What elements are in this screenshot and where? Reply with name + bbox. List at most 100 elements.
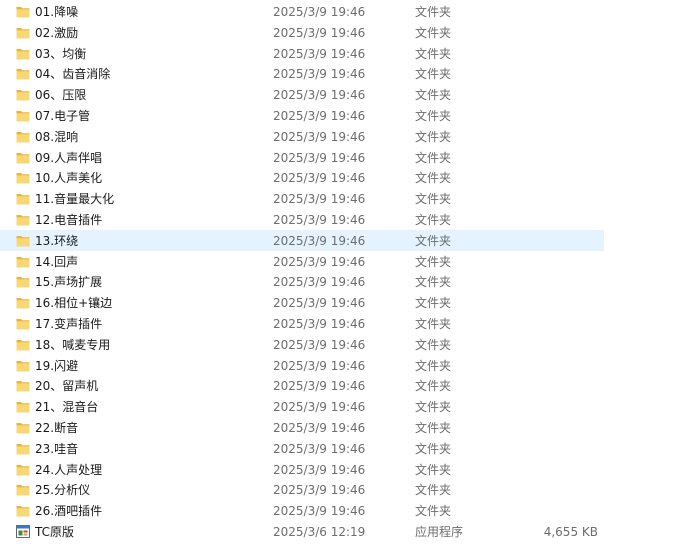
list-item[interactable]: 25.分析仪 2025/3/9 19:46 文件夹 xyxy=(0,479,604,500)
file-name: 08.混响 xyxy=(35,129,79,144)
file-type: 文件夹 xyxy=(415,483,452,498)
file-type: 文件夹 xyxy=(415,67,452,82)
file-name: 02.激励 xyxy=(35,25,79,40)
list-item[interactable]: 15.声场扩展 2025/3/9 19:46 文件夹 xyxy=(0,271,604,292)
file-type: 文件夹 xyxy=(415,233,452,248)
file-date-modified: 2025/3/9 19:46 xyxy=(273,108,366,123)
list-item[interactable]: 22.断音 2025/3/9 19:46 文件夹 xyxy=(0,417,604,438)
list-item[interactable]: 14.回声 2025/3/9 19:46 文件夹 xyxy=(0,251,604,272)
file-date-modified: 2025/3/9 19:46 xyxy=(273,192,366,207)
file-type: 文件夹 xyxy=(415,212,452,227)
list-item[interactable]: 03、均衡 2025/3/9 19:46 文件夹 xyxy=(0,43,604,64)
list-item[interactable]: 12.电音插件 2025/3/9 19:46 文件夹 xyxy=(0,209,604,230)
list-item[interactable]: 09.人声伴唱 2025/3/9 19:46 文件夹 xyxy=(0,147,604,168)
file-date-modified: 2025/3/9 19:46 xyxy=(273,212,366,227)
list-item[interactable]: 21、混音台 2025/3/9 19:46 文件夹 xyxy=(0,396,604,417)
file-name: 12.电音插件 xyxy=(35,212,103,227)
file-date-modified: 2025/3/9 19:46 xyxy=(273,67,366,82)
file-name: 01.降噪 xyxy=(35,5,79,19)
folder-icon xyxy=(16,275,30,288)
file-date-modified: 2025/3/9 19:46 xyxy=(273,337,366,352)
list-item[interactable]: 20、留声机 2025/3/9 19:46 文件夹 xyxy=(0,375,604,396)
file-date-modified: 2025/3/9 19:46 xyxy=(273,462,366,477)
file-type: 文件夹 xyxy=(415,358,452,373)
list-item[interactable]: 26.酒吧插件 2025/3/9 19:46 文件夹 xyxy=(0,500,604,521)
file-name: 06、压限 xyxy=(35,88,87,103)
list-item[interactable]: 06、压限 2025/3/9 19:46 文件夹 xyxy=(0,84,604,105)
file-date-modified: 2025/3/9 19:46 xyxy=(273,420,366,435)
file-type: 应用程序 xyxy=(415,524,464,539)
list-item[interactable]: 24.人声处理 2025/3/9 19:46 文件夹 xyxy=(0,459,604,480)
file-list: 01.降噪 2025/3/9 19:46 文件夹 02.激励 2025/3/9 19:4… xyxy=(0,1,676,542)
file-name: 03、均衡 xyxy=(35,46,87,61)
folder-icon xyxy=(16,151,30,164)
file-name: 04、齿音消除 xyxy=(35,67,111,82)
list-item[interactable]: 17.变声插件 2025/3/9 19:46 文件夹 xyxy=(0,313,604,334)
file-type: 文件夹 xyxy=(415,108,452,123)
file-type: 文件夹 xyxy=(415,25,452,40)
file-name: 10.人声美化 xyxy=(35,171,103,186)
list-item[interactable]: 16.相位+镶边 2025/3/9 19:46 文件夹 xyxy=(0,292,604,313)
list-item[interactable]: 11.音量最大化 2025/3/9 19:46 文件夹 xyxy=(0,188,604,209)
folder-icon xyxy=(16,192,30,205)
file-date-modified: 2025/3/9 19:46 xyxy=(273,483,366,498)
file-date-modified: 2025/3/9 19:46 xyxy=(273,379,366,394)
file-name: 14.回声 xyxy=(35,254,79,269)
file-date-modified: 2025/3/9 19:46 xyxy=(273,441,366,456)
file-type: 文件夹 xyxy=(415,171,452,186)
file-type: 文件夹 xyxy=(415,462,452,477)
file-type: 文件夹 xyxy=(415,296,452,311)
list-item[interactable]: 10.人声美化 2025/3/9 19:46 文件夹 xyxy=(0,167,604,188)
folder-icon xyxy=(16,504,30,517)
file-name: 22.断音 xyxy=(35,420,79,435)
file-type: 文件夹 xyxy=(415,46,452,61)
file-date-modified: 2025/3/9 19:46 xyxy=(273,88,366,103)
folder-icon xyxy=(16,47,30,60)
list-item[interactable]: 08.混响 2025/3/9 19:46 文件夹 xyxy=(0,126,604,147)
file-date-modified: 2025/3/9 19:46 xyxy=(273,233,366,248)
list-item[interactable]: 01.降噪 2025/3/9 19:46 文件夹 xyxy=(0,1,604,22)
file-date-modified: 2025/3/9 19:46 xyxy=(273,25,366,40)
file-name: 18、喊麦专用 xyxy=(35,337,111,352)
file-name: 11.音量最大化 xyxy=(35,192,115,207)
list-item[interactable]: 23.哇音 2025/3/9 19:46 文件夹 xyxy=(0,438,604,459)
file-date-modified: 2025/3/9 19:46 xyxy=(273,46,366,61)
file-type: 文件夹 xyxy=(415,150,452,165)
file-type: 文件夹 xyxy=(415,441,452,456)
file-date-modified: 2025/3/9 19:46 xyxy=(273,316,366,331)
file-name: TC原版 xyxy=(35,524,75,539)
file-name: 17.变声插件 xyxy=(35,316,103,331)
file-name: 20、留声机 xyxy=(35,379,99,394)
list-item-selected[interactable]: 13.环绕 2025/3/9 19:46 文件夹 xyxy=(0,229,604,251)
application-icon xyxy=(16,524,30,538)
folder-icon xyxy=(16,88,30,101)
file-size: 4,655 KB xyxy=(543,524,598,539)
list-item[interactable]: 04、齿音消除 2025/3/9 19:46 文件夹 xyxy=(0,63,604,84)
folder-icon xyxy=(16,442,30,455)
folder-icon xyxy=(16,171,30,184)
list-item[interactable]: 02.激励 2025/3/9 19:46 文件夹 xyxy=(0,22,604,43)
file-type: 文件夹 xyxy=(415,379,452,394)
file-type: 文件夹 xyxy=(415,400,452,415)
folder-icon xyxy=(16,26,30,39)
list-item[interactable]: TC原版 2025/3/6 12:19 应用程序 4,655 KB xyxy=(0,521,604,542)
file-name: 16.相位+镶边 xyxy=(35,296,113,311)
folder-icon xyxy=(16,359,30,372)
file-date-modified: 2025/3/9 19:46 xyxy=(273,5,366,19)
list-item[interactable]: 07.电子管 2025/3/9 19:46 文件夹 xyxy=(0,105,604,126)
file-name: 23.哇音 xyxy=(35,441,79,456)
folder-icon xyxy=(16,67,30,80)
file-type: 文件夹 xyxy=(415,337,452,352)
list-item[interactable]: 19.闪避 2025/3/9 19:46 文件夹 xyxy=(0,355,604,376)
folder-icon xyxy=(16,379,30,392)
folder-icon xyxy=(16,338,30,351)
file-date-modified: 2025/3/9 19:46 xyxy=(273,171,366,186)
file-type: 文件夹 xyxy=(415,316,452,331)
file-type: 文件夹 xyxy=(415,420,452,435)
list-item[interactable]: 18、喊麦专用 2025/3/9 19:46 文件夹 xyxy=(0,334,604,355)
file-type: 文件夹 xyxy=(415,504,452,519)
file-name: 07.电子管 xyxy=(35,108,91,123)
file-date-modified: 2025/3/9 19:46 xyxy=(273,296,366,311)
folder-icon xyxy=(16,213,30,226)
folder-icon xyxy=(16,296,30,309)
